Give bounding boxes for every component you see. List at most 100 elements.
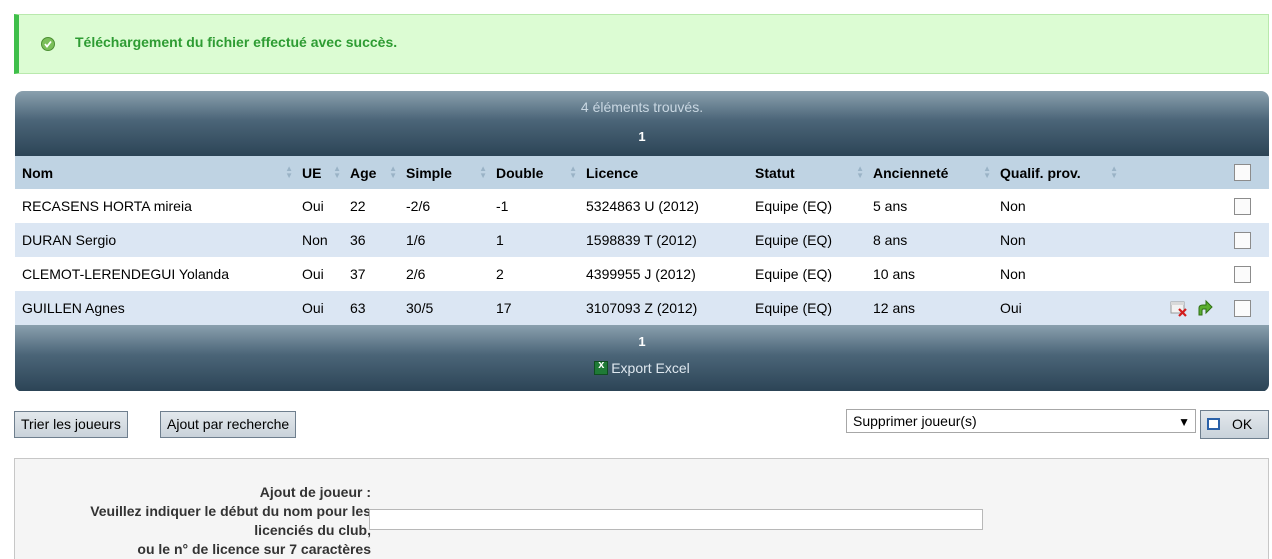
cell-ue: Oui [302, 198, 324, 214]
cell-statut: Equipe (EQ) [755, 198, 833, 214]
table-row: CLEMOT-LERENDEGUI Yolanda Oui 37 2/6 2 4… [15, 257, 1269, 291]
chevron-down-icon: ▼ [1178, 415, 1190, 429]
cell-simple: 30/5 [406, 300, 434, 316]
success-notification: Téléchargement du fichier effectué avec … [14, 14, 1269, 74]
delete-license-icon[interactable] [1170, 299, 1188, 317]
table-row: DURAN Sergio Non 36 1/6 1 1598839 T (201… [15, 223, 1269, 257]
sort-icon: ▲ ▼ [285, 164, 293, 180]
add-player-hint-line1: Veuillez indiquer le début du nom pour l… [90, 503, 371, 519]
cell-anciennete: 12 ans [873, 300, 916, 316]
column-header-actions [1120, 156, 1220, 189]
sort-icon: ▲ ▼ [479, 164, 487, 180]
cell-select [1220, 291, 1269, 325]
cell-actions [1120, 223, 1220, 257]
sort-players-button[interactable]: Trier les joueurs [14, 411, 128, 438]
cell-nom: DURAN Sergio [22, 232, 117, 248]
cell-nom: CLEMOT-LERENDEGUI Yolanda [22, 266, 229, 282]
cell-anciennete: 8 ans [873, 232, 908, 248]
export-excel-link[interactable]: Export Excel [15, 359, 1269, 376]
cell-ue: Oui [302, 266, 324, 282]
add-player-title: Ajout de joueur : [259, 484, 371, 500]
bulk-action-select[interactable]: Supprimer joueur(s) ▼ [846, 409, 1196, 433]
ok-button[interactable]: OK [1200, 410, 1269, 439]
sort-icon: ▲ ▼ [856, 164, 864, 180]
add-player-input[interactable] [369, 509, 983, 530]
cell-qualif: Non [1000, 232, 1026, 248]
pagination-bottom-page[interactable]: 1 [15, 334, 1269, 349]
column-header-simple[interactable]: Simple ▲ ▼ [399, 156, 489, 189]
cell-actions [1120, 189, 1220, 223]
ok-button-label: OK [1232, 416, 1253, 432]
cell-age: 37 [350, 266, 366, 282]
add-player-hint-line3: ou le n° de licence sur 7 caractères [137, 541, 371, 557]
cell-ue: Non [302, 232, 328, 248]
cell-statut: Equipe (EQ) [755, 232, 833, 248]
row-checkbox[interactable] [1234, 265, 1251, 283]
column-header-nom[interactable]: Nom ▲ ▼ [15, 156, 295, 189]
cell-anciennete: 5 ans [873, 198, 908, 214]
results-count: 4 éléments trouvés. [580, 99, 704, 115]
table-row: GUILLEN Agnes Oui 63 30/5 17 3107093 Z (… [15, 291, 1269, 325]
row-checkbox[interactable] [1234, 197, 1251, 215]
cell-actions [1120, 257, 1220, 291]
column-header-select [1220, 156, 1269, 189]
column-header-qualif[interactable]: Qualif. prov. ▲ ▼ [993, 156, 1120, 189]
row-checkbox[interactable] [1234, 299, 1251, 317]
cell-licence: 4399955 J (2012) [586, 266, 696, 282]
cell-licence: 1598839 T (2012) [586, 232, 697, 248]
cell-nom: RECASENS HORTA mireia [22, 198, 192, 214]
players-grid: 4 éléments trouvés. 1 Nom ▲ ▼ UE ▲ ▼ Age ▲ ▼ S… [15, 91, 1269, 392]
go-icon [1207, 418, 1220, 430]
cell-age: 63 [350, 300, 366, 316]
column-header-age[interactable]: Age ▲ ▼ [343, 156, 399, 189]
column-header-ue[interactable]: UE ▲ ▼ [295, 156, 343, 189]
cell-select [1220, 257, 1269, 291]
cell-actions [1120, 291, 1220, 325]
cell-nom: GUILLEN Agnes [22, 300, 125, 316]
players-table: Nom ▲ ▼ UE ▲ ▼ Age ▲ ▼ Simple ▲ ▼ Double ▲ ▼ Licen… [15, 156, 1269, 325]
excel-icon [594, 359, 609, 375]
cell-licence: 3107093 Z (2012) [586, 300, 698, 316]
grid-header-bar: 4 éléments trouvés. 1 [15, 91, 1269, 156]
cell-qualif: Non [1000, 266, 1026, 282]
add-player-label: Ajout de joueur : Veuillez indiquer le d… [90, 483, 371, 559]
pagination-top-page[interactable]: 1 [15, 129, 1269, 144]
check-circle-icon [41, 37, 55, 51]
cell-statut: Equipe (EQ) [755, 300, 833, 316]
cell-qualif: Oui [1000, 300, 1022, 316]
cell-licence: 5324863 U (2012) [586, 198, 699, 214]
cell-anciennete: 10 ans [873, 266, 916, 282]
cell-double: 1 [496, 232, 504, 248]
cell-double: 17 [496, 300, 512, 316]
grid-footer-bar: 1 Export Excel [15, 325, 1269, 391]
cell-double: -1 [496, 198, 509, 214]
table-header-row: Nom ▲ ▼ UE ▲ ▼ Age ▲ ▼ Simple ▲ ▼ Double ▲ ▼ Licen… [15, 156, 1269, 189]
add-by-search-button[interactable]: Ajout par recherche [160, 411, 297, 438]
cell-simple: 1/6 [406, 232, 426, 248]
cell-double: 2 [496, 266, 504, 282]
column-header-double[interactable]: Double ▲ ▼ [489, 156, 579, 189]
success-message: Téléchargement du fichier effectué avec … [75, 34, 398, 50]
row-checkbox[interactable] [1234, 231, 1251, 249]
add-player-hint-line2: licenciés du club, [254, 522, 371, 538]
top-border [0, 0, 1272, 8]
export-excel-label: Export Excel [611, 360, 690, 376]
select-all-checkbox[interactable] [1234, 164, 1251, 182]
cell-ue: Oui [302, 300, 324, 316]
sort-icon: ▲ ▼ [983, 164, 991, 180]
column-header-anciennete[interactable]: Ancienneté ▲ ▼ [866, 156, 993, 189]
transfer-arrow-icon[interactable] [1196, 299, 1214, 317]
cell-simple: -2/6 [406, 198, 431, 214]
cell-qualif: Non [1000, 198, 1026, 214]
table-row: RECASENS HORTA mireia Oui 22 -2/6 -1 532… [15, 189, 1269, 223]
cell-select [1220, 189, 1269, 223]
cell-age: 22 [350, 198, 366, 214]
sort-icon: ▲ ▼ [333, 164, 341, 180]
add-player-panel: Ajout de joueur : Veuillez indiquer le d… [14, 458, 1269, 559]
sort-icon: ▲ ▼ [389, 164, 397, 180]
bulk-action-selected: Supprimer joueur(s) [853, 413, 977, 429]
cell-age: 36 [350, 232, 366, 248]
cell-select [1220, 223, 1269, 257]
sort-icon: ▲ ▼ [1110, 164, 1118, 180]
column-header-statut[interactable]: Statut ▲ ▼ [748, 156, 866, 189]
